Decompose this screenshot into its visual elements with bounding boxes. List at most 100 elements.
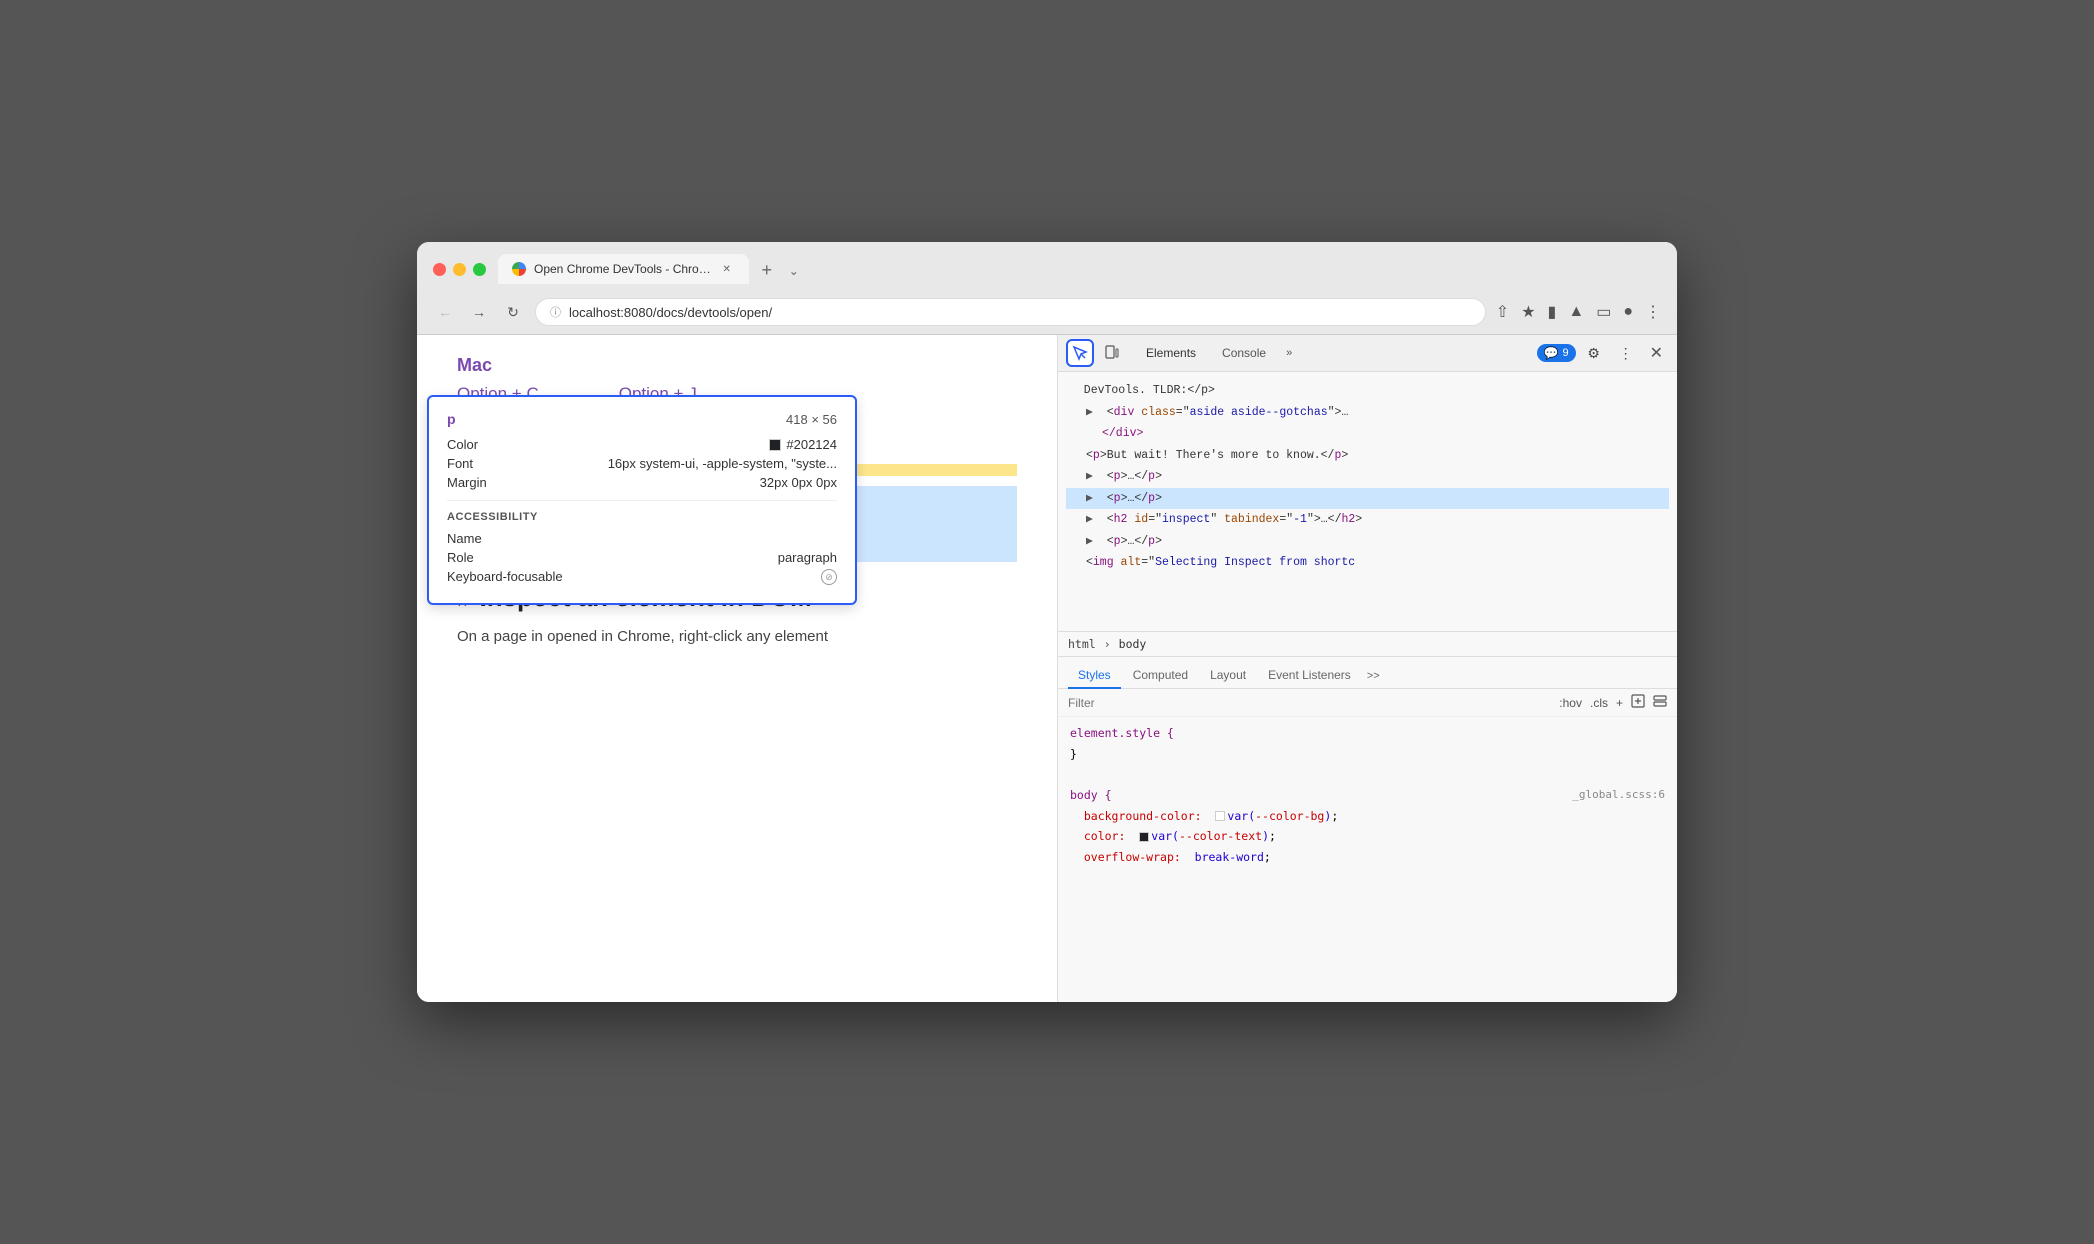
styles-tab-styles[interactable]: Styles	[1068, 663, 1121, 689]
tabs-row: Open Chrome DevTools - Chro… ✕ + ⌄	[498, 254, 799, 284]
menu-icon[interactable]: ⋮	[1645, 302, 1661, 322]
filter-cls[interactable]: .cls	[1590, 696, 1608, 710]
filter-style-icon[interactable]	[1631, 694, 1645, 711]
mac-label: Mac	[457, 355, 1017, 376]
tooltip-keyboard-label: Keyboard-focusable	[447, 569, 563, 585]
profile-icon[interactable]: ●	[1623, 303, 1633, 321]
title-bar-top: Open Chrome DevTools - Chro… ✕ + ⌄	[433, 254, 1661, 284]
tooltip-tag: p	[447, 411, 456, 427]
breadcrumb-html[interactable]: html	[1068, 637, 1096, 651]
devtools-tab-more[interactable]: »	[1280, 343, 1298, 363]
tooltip-font-row: Font 16px system-ui, -apple-system, "sys…	[447, 456, 837, 471]
tooltip-name-label: Name	[447, 531, 482, 546]
css-rule-element-style: element.style { }	[1070, 723, 1665, 764]
address-bar: ← → ↻ ⓘ localhost:8080/docs/devtools/ope…	[417, 292, 1677, 335]
styles-tab-computed[interactable]: Computed	[1123, 663, 1198, 689]
css-property-color: color: var(--color-text);	[1070, 829, 1276, 843]
back-button[interactable]: ←	[433, 300, 457, 324]
devtools-actions: ⚙ ⋮ ✕	[1580, 339, 1669, 367]
traffic-lights	[433, 263, 486, 276]
devtools-close-button[interactable]: ✕	[1644, 341, 1669, 365]
browser-tab-active[interactable]: Open Chrome DevTools - Chro… ✕	[498, 254, 749, 284]
css-swatch-bg[interactable]	[1215, 811, 1225, 821]
tooltip-size: 418 × 56	[786, 412, 837, 427]
tooltip-color-label: Color	[447, 437, 478, 452]
device-mode-button[interactable]	[1098, 339, 1126, 367]
css-source-body: _global.scss:6	[1572, 785, 1665, 805]
styles-tab-more[interactable]: >>	[1367, 670, 1380, 682]
dom-breadcrumb: html › body	[1058, 632, 1677, 657]
tab-dropdown-icon[interactable]: ⌄	[789, 264, 799, 278]
tab-close-button[interactable]: ✕	[719, 261, 735, 277]
dom-line: DevTools. TLDR:</p>	[1066, 380, 1669, 402]
share-icon[interactable]: ⇧	[1496, 302, 1509, 322]
filter-hov[interactable]: :hov	[1559, 696, 1582, 710]
dom-line: <img alt="Selecting Inspect from shortc	[1066, 552, 1669, 574]
reload-button[interactable]: ↻	[501, 300, 525, 324]
color-swatch	[769, 439, 781, 451]
filter-add-icon[interactable]: +	[1616, 696, 1623, 710]
css-selector-body: body {	[1070, 788, 1112, 802]
body-text: On a page in opened in Chrome, right-cli…	[457, 625, 1017, 649]
devtools-more-button[interactable]: ⋮	[1612, 339, 1640, 367]
tooltip-divider	[447, 500, 837, 501]
tooltip-margin-value: 32px 0px 0px	[760, 475, 837, 490]
dom-line: <p>But wait! There's more to know.</p>	[1066, 445, 1669, 467]
browser-window: Open Chrome DevTools - Chro… ✕ + ⌄ ← → ↻…	[417, 242, 1677, 1002]
devtools-console-badge[interactable]: 💬 9	[1537, 344, 1576, 362]
tooltip-header: p 418 × 56	[447, 411, 837, 427]
tooltip-color-value: #202124	[769, 437, 837, 452]
css-swatch-color[interactable]	[1139, 832, 1149, 842]
css-property-overflow: overflow-wrap: break-word;	[1070, 850, 1271, 864]
tooltip-font-value: 16px system-ui, -apple-system, "syste...	[608, 456, 837, 471]
styles-filter-input[interactable]	[1068, 696, 1553, 710]
tooltip-keyboard-value: ⊘	[821, 569, 837, 585]
tooltip-margin-row: Margin 32px 0px 0px	[447, 475, 837, 490]
styles-panel: Styles Computed Layout Event Listeners >…	[1058, 657, 1677, 1002]
maximize-window-button[interactable]	[473, 263, 486, 276]
dom-line: ▶ <div class="aside aside--gotchas">…	[1066, 402, 1669, 424]
devtools-panel: Elements Console » 💬 9 ⚙ ⋮ ✕ DevTools. T…	[1057, 335, 1677, 1002]
filter-actions: :hov .cls +	[1559, 694, 1667, 711]
secure-icon: ⓘ	[550, 304, 561, 320]
bookmark-icon[interactable]: ★	[1521, 302, 1535, 322]
tab-controls: ⌄	[789, 264, 799, 284]
breadcrumb-body[interactable]: body	[1119, 637, 1147, 651]
badge-count: 9	[1562, 347, 1568, 359]
dom-line: ▶ <p>…</p>	[1066, 466, 1669, 488]
css-rule-body: body { _global.scss:6 background-color: …	[1070, 785, 1665, 868]
sidebar-icon[interactable]: ▭	[1596, 302, 1611, 322]
dom-line-selected[interactable]: ▶ <p>…</p>	[1066, 488, 1669, 510]
forward-button[interactable]: →	[467, 300, 491, 324]
devtools-toolbar: Elements Console » 💬 9 ⚙ ⋮ ✕	[1058, 335, 1677, 372]
styles-tab-layout[interactable]: Layout	[1200, 663, 1256, 689]
filter-toggle-icon[interactable]	[1653, 694, 1667, 711]
devtools-tab-console[interactable]: Console	[1210, 341, 1278, 365]
cast-icon[interactable]: ▲	[1568, 303, 1584, 321]
close-window-button[interactable]	[433, 263, 446, 276]
tab-title: Open Chrome DevTools - Chro…	[534, 262, 711, 276]
url-bar[interactable]: ⓘ localhost:8080/docs/devtools/open/	[535, 298, 1486, 326]
extension-icon[interactable]: ▮	[1548, 302, 1557, 322]
keyboard-focusable-icon: ⊘	[821, 569, 837, 585]
tooltip-section-label: ACCESSIBILITY	[447, 511, 837, 523]
page-content: Mac Option + C Option + J p 418 × 56 Col…	[417, 335, 1057, 1002]
styles-filter-row: :hov .cls +	[1058, 689, 1677, 717]
breadcrumb-separator: ›	[1104, 637, 1111, 651]
tab-favicon	[512, 262, 526, 276]
dom-line: ▶ <p>…</p>	[1066, 531, 1669, 553]
dom-tree[interactable]: DevTools. TLDR:</p> ▶ <div class="aside …	[1058, 372, 1677, 632]
tooltip-margin-label: Margin	[447, 475, 487, 490]
new-tab-button[interactable]: +	[753, 256, 781, 284]
devtools-settings-button[interactable]: ⚙	[1580, 339, 1608, 367]
title-bar: Open Chrome DevTools - Chro… ✕ + ⌄	[417, 242, 1677, 292]
inspector-mode-button[interactable]	[1066, 339, 1094, 367]
minimize-window-button[interactable]	[453, 263, 466, 276]
styles-tab-event-listeners[interactable]: Event Listeners	[1258, 663, 1361, 689]
tooltip-name-row: Name	[447, 531, 837, 546]
tooltip-role-label: Role	[447, 550, 474, 565]
element-tooltip: p 418 × 56 Color #202124 Font 16px syste…	[427, 395, 857, 605]
devtools-tabs: Elements Console »	[1134, 341, 1533, 365]
css-selector-element: element.style {	[1070, 726, 1174, 740]
devtools-tab-elements[interactable]: Elements	[1134, 341, 1208, 365]
